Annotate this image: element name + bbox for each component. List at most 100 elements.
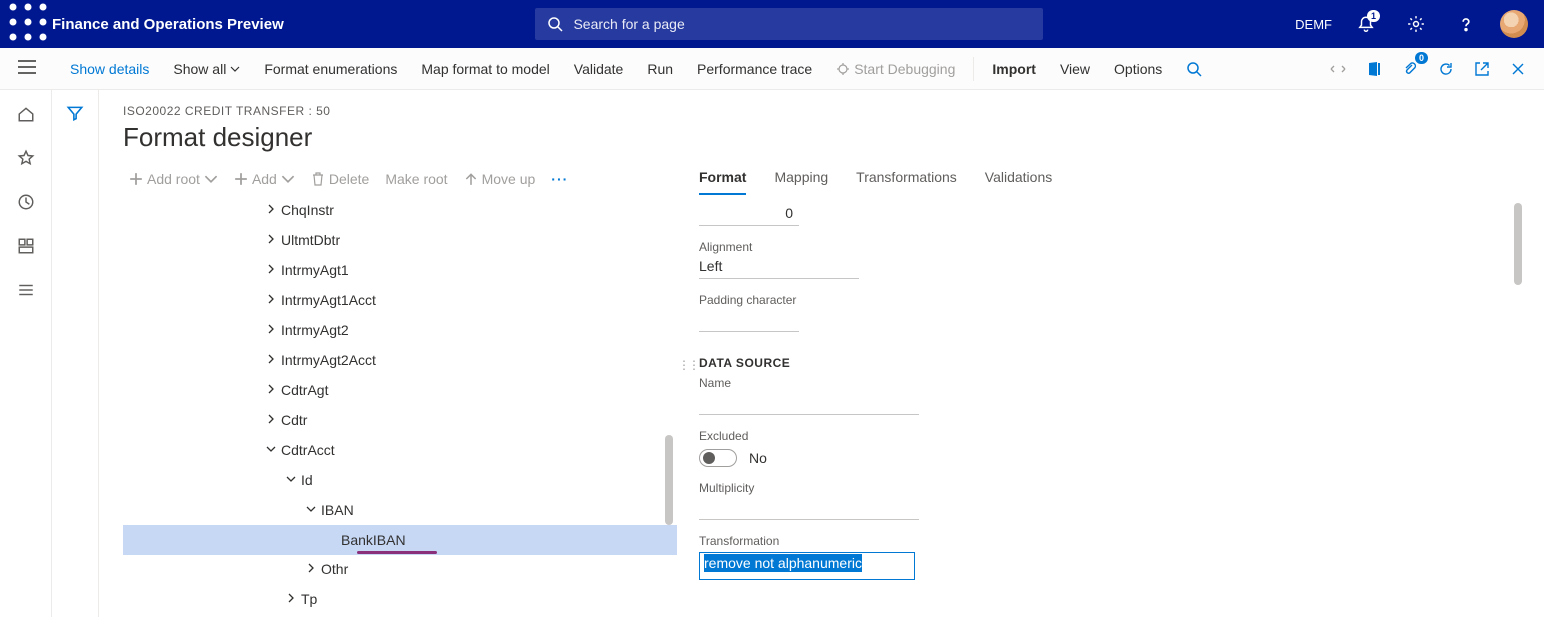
scrollbar-thumb[interactable] (665, 435, 673, 525)
recent-icon[interactable] (16, 192, 36, 212)
transformation-label: Transformation (699, 534, 1524, 548)
office-addin-icon[interactable] (1356, 48, 1392, 90)
search-icon (547, 16, 563, 32)
alignment-field[interactable]: Left (699, 254, 859, 279)
app-title: Finance and Operations Preview (52, 16, 284, 33)
view-button[interactable]: View (1048, 48, 1102, 90)
tab-mapping[interactable]: Mapping (774, 169, 828, 195)
options-button[interactable]: Options (1102, 48, 1174, 90)
make-root-button[interactable]: Make root (379, 169, 453, 189)
notification-count: 1 (1367, 10, 1380, 22)
tree-node[interactable]: IntrmyAgt1Acct (123, 285, 677, 315)
tree-node[interactable]: CdtrAcct (123, 435, 677, 465)
multiplicity-field[interactable] (699, 495, 919, 520)
add-root-button[interactable]: Add root (123, 169, 224, 189)
excluded-toggle[interactable] (699, 449, 737, 467)
tree-view[interactable]: ChqInstrUltmtDbtrIntrmyAgt1IntrmyAgt1Acc… (99, 195, 677, 617)
search-input[interactable] (573, 16, 1031, 32)
scrollbar-thumb[interactable] (1514, 203, 1522, 285)
name-field[interactable] (699, 390, 919, 415)
padding-label: Padding character (699, 293, 1524, 307)
tree-node[interactable]: IntrmyAgt1 (123, 255, 677, 285)
waffle-icon[interactable] (8, 2, 48, 47)
splitter-handle[interactable]: ⋮⋮ (677, 163, 699, 617)
padding-field[interactable] (699, 307, 799, 332)
map-format-button[interactable]: Map format to model (409, 48, 561, 90)
show-details-link[interactable]: Show details (58, 48, 161, 90)
tree-caret-icon[interactable] (263, 324, 279, 337)
search-box[interactable] (535, 8, 1043, 40)
workspaces-icon[interactable] (16, 236, 36, 256)
home-icon[interactable] (16, 104, 36, 124)
move-up-label: Move up (482, 171, 536, 187)
properties-panel: Format Mapping Transformations Validatio… (699, 163, 1544, 617)
tree-caret-icon[interactable] (263, 354, 279, 367)
more-button[interactable]: ··· (545, 169, 574, 189)
tree-node-label: Tp (299, 591, 317, 607)
transformation-input[interactable]: remove not alphanumeric (699, 552, 915, 580)
tab-validations[interactable]: Validations (985, 169, 1052, 195)
refresh-icon[interactable] (1428, 48, 1464, 90)
filter-icon[interactable] (66, 104, 84, 122)
add-label: Add (252, 171, 277, 187)
add-button[interactable]: Add (228, 169, 301, 189)
tab-transformations[interactable]: Transformations (856, 169, 957, 195)
tree-node[interactable]: Id (123, 465, 677, 495)
tree-caret-icon[interactable] (283, 593, 299, 606)
close-icon[interactable] (1500, 48, 1536, 90)
add-root-label: Add root (147, 171, 200, 187)
length-field[interactable]: 0 (699, 201, 799, 226)
find-icon[interactable] (1174, 48, 1214, 90)
tree-caret-icon[interactable] (283, 474, 299, 487)
modules-icon[interactable] (16, 280, 36, 300)
performance-trace-button[interactable]: Performance trace (685, 48, 824, 90)
tree-caret-icon[interactable] (263, 384, 279, 397)
tree-node[interactable]: Othr (123, 554, 677, 584)
start-debugging-button[interactable]: Start Debugging (824, 48, 967, 90)
tree-caret-icon[interactable] (263, 294, 279, 307)
tree-node[interactable]: Cdtr (123, 405, 677, 435)
nav-pane-toggle-icon[interactable] (18, 60, 58, 77)
arrow-up-icon (464, 172, 478, 186)
tree-caret-icon[interactable] (263, 414, 279, 427)
tree-node[interactable]: Tp (123, 584, 677, 614)
move-up-button[interactable]: Move up (458, 169, 542, 189)
validate-button[interactable]: Validate (562, 48, 636, 90)
tree-node[interactable]: UltmtDbtr (123, 225, 677, 255)
start-debugging-label: Start Debugging (854, 61, 955, 77)
run-button[interactable]: Run (635, 48, 685, 90)
tree-node[interactable]: IntrmyAgt2 (123, 315, 677, 345)
format-enumerations-button[interactable]: Format enumerations (252, 48, 409, 90)
tab-format[interactable]: Format (699, 169, 746, 195)
excluded-label: Excluded (699, 429, 1524, 443)
favorites-icon[interactable] (16, 148, 36, 168)
show-all-menu[interactable]: Show all (161, 48, 252, 90)
multiplicity-label: Multiplicity (699, 481, 1524, 495)
delete-button[interactable]: Delete (305, 169, 375, 189)
collapse-icon[interactable] (1320, 48, 1356, 90)
notifications-icon[interactable]: 1 (1350, 8, 1382, 40)
legal-entity[interactable]: DEMF (1295, 17, 1332, 32)
tree-toolbar: Add root Add Delete Make root Move up ··… (99, 163, 677, 195)
tree-caret-icon[interactable] (263, 204, 279, 217)
tree-caret-icon[interactable] (303, 504, 319, 517)
tree-node[interactable]: IntrmyAgt2Acct (123, 345, 677, 375)
user-avatar[interactable] (1500, 10, 1528, 38)
settings-icon[interactable] (1400, 8, 1432, 40)
tree-caret-icon[interactable] (303, 563, 319, 576)
import-button[interactable]: Import (980, 48, 1048, 90)
tree-node[interactable]: CdtrAgt (123, 375, 677, 405)
popout-icon[interactable] (1464, 48, 1500, 90)
tree-node[interactable]: ChqInstr (123, 195, 677, 225)
tree-caret-icon[interactable] (263, 234, 279, 247)
tree-node[interactable]: IBAN (123, 495, 677, 525)
tree-node-label: Cdtr (279, 412, 307, 428)
attachments-icon[interactable]: 0 (1392, 48, 1428, 90)
separator (973, 57, 974, 81)
tree-node-label: Othr (319, 561, 348, 577)
help-icon[interactable] (1450, 8, 1482, 40)
tree-caret-icon[interactable] (263, 444, 279, 457)
tree-caret-icon[interactable] (263, 264, 279, 277)
excluded-value: No (749, 450, 767, 466)
main-content: ISO20022 CREDIT TRANSFER : 50 Format des… (98, 90, 1544, 617)
